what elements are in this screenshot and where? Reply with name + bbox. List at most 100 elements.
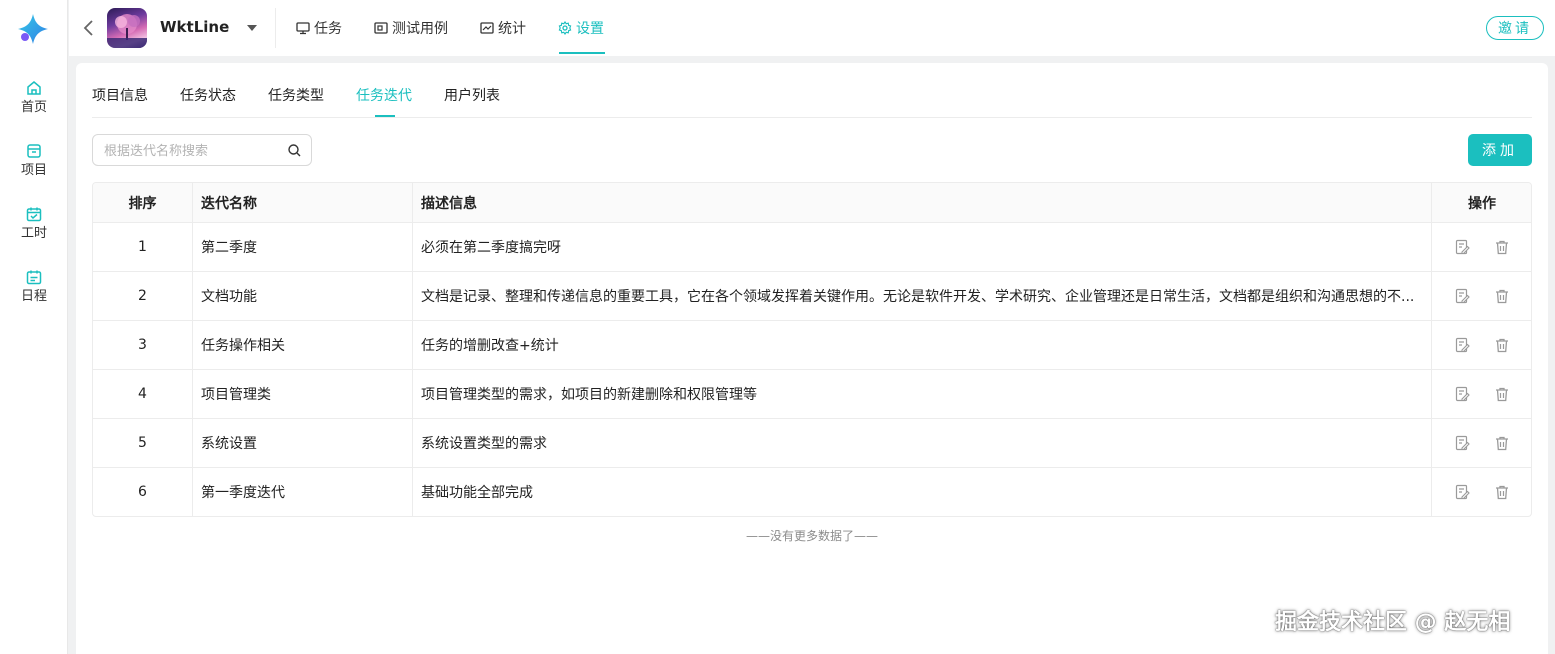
settings-panel: 项目信息 任务状态 任务类型 任务迭代 用户列表 添加 排序 迭代名称 描述信息…: [76, 63, 1548, 654]
header-name: 迭代名称: [193, 183, 413, 222]
back-arrow-icon[interactable]: [81, 16, 97, 40]
cell-desc-text: 系统设置类型的需求: [421, 436, 547, 452]
cell-name: 第二季度: [193, 223, 413, 271]
sidebar-item-schedule[interactable]: 日程: [0, 261, 68, 311]
subtab-task-type[interactable]: 任务类型: [268, 85, 324, 105]
no-more-data-text: ——没有更多数据了——: [745, 529, 878, 543]
caret-down-icon[interactable]: [246, 22, 258, 34]
cell-name: 文档功能: [193, 272, 413, 320]
table-row: 1 第二季度 必须在第二季度搞完呀: [93, 222, 1531, 271]
table-body: 1 第二季度 必须在第二季度搞完呀 2 文档功能 文档是记录、整理和传递信息的重要工具，它…: [93, 222, 1531, 516]
cell-name: 第一季度迭代: [193, 468, 413, 516]
sidebar-item-label: 首页: [20, 99, 47, 115]
cell-order: 1: [93, 223, 193, 271]
table-row: 3 任务操作相关 任务的增删改查+统计: [93, 320, 1531, 369]
header-desc: 描述信息: [413, 183, 1432, 222]
delete-icon[interactable]: [1494, 484, 1510, 500]
gear-icon: [558, 21, 572, 35]
cell-desc-text: 必须在第二季度搞完呀: [421, 240, 561, 256]
subtab-project-info[interactable]: 项目信息: [92, 85, 148, 105]
cell-name: 系统设置: [193, 419, 413, 467]
subtabs-divider: [92, 117, 1532, 118]
delete-icon[interactable]: [1494, 239, 1510, 255]
cell-actions: [1432, 321, 1531, 369]
left-sidebar: 首页 项目 工时 日程: [0, 0, 68, 654]
schedule-icon: [26, 270, 42, 284]
cell-name: 任务操作相关: [193, 321, 413, 369]
table-row: 6 第一季度迭代 基础功能全部完成: [93, 467, 1531, 516]
calendar-check-icon: [26, 207, 42, 221]
invite-button[interactable]: 邀请: [1486, 16, 1544, 40]
project-cover-image-icon: [107, 14, 147, 48]
cell-order: 5: [93, 419, 193, 467]
subtab-user-list[interactable]: 用户列表: [444, 85, 500, 105]
subtab-task-status[interactable]: 任务状态: [180, 85, 236, 105]
nav-label: 任务: [314, 21, 342, 37]
cell-order: 3: [93, 321, 193, 369]
sidebar-item-home[interactable]: 首页: [0, 72, 68, 122]
project-avatar[interactable]: [107, 8, 147, 48]
edit-icon[interactable]: [1454, 239, 1470, 255]
table-row: 2 文档功能 文档是记录、整理和传递信息的重要工具，它在各个领域发挥着关键作用。无论…: [93, 271, 1531, 320]
subtab-task-iteration[interactable]: 任务迭代: [356, 85, 412, 105]
cell-desc: 项目管理类型的需求，如项目的新建删除和权限管理等: [413, 370, 1432, 418]
edit-icon[interactable]: [1454, 484, 1470, 500]
header-actions: 操作: [1468, 195, 1496, 212]
cell-desc-text: 项目管理类型的需求，如项目的新建删除和权限管理等: [421, 387, 757, 403]
cell-desc: 必须在第二季度搞完呀: [413, 223, 1432, 271]
table-row: 5 系统设置 系统设置类型的需求: [93, 418, 1531, 467]
sidebar-item-label: 日程: [20, 288, 47, 304]
table-row: 4 项目管理类 项目管理类型的需求，如项目的新建删除和权限管理等: [93, 369, 1531, 418]
cell-desc: 任务的增删改查+统计: [413, 321, 1432, 369]
sidebar-item-label: 项目: [20, 162, 47, 178]
cell-desc: 系统设置类型的需求: [413, 419, 1432, 467]
edit-icon[interactable]: [1454, 435, 1470, 451]
cell-actions: [1432, 419, 1531, 467]
nav-label: 测试用例: [392, 21, 448, 37]
sidebar-item-project[interactable]: 项目: [0, 135, 68, 185]
nav-statistics[interactable]: 统计: [480, 0, 526, 56]
cell-desc: 文档是记录、整理和传递信息的重要工具，它在各个领域发挥着关键作用。无论是软件开发…: [413, 272, 1432, 320]
cell-order: 6: [93, 468, 193, 516]
topbar-divider: [275, 8, 276, 48]
search-icon[interactable]: [287, 143, 302, 158]
cell-actions: [1432, 272, 1531, 320]
nav-settings[interactable]: 设置: [558, 0, 604, 56]
project-icon: [27, 143, 41, 158]
search-input[interactable]: [104, 141, 284, 161]
cell-actions: [1432, 223, 1531, 271]
cell-actions: [1432, 370, 1531, 418]
nav-label: 统计: [498, 21, 526, 37]
app-logo-icon[interactable]: [16, 12, 50, 46]
iteration-table: 排序 迭代名称 描述信息 操作 1 第二季度 必须在第二季度搞完呀 2 文档功能 文档是记…: [92, 182, 1532, 517]
monitor-icon: [296, 22, 310, 35]
sidebar-item-label: 工时: [20, 225, 47, 241]
top-bar: WktLine 任务 测试用例 统计 设置 邀请: [69, 0, 1555, 56]
cell-desc: 基础功能全部完成: [413, 468, 1432, 516]
header-order: 排序: [93, 183, 193, 222]
home-icon: [27, 80, 41, 95]
iteration-search: [92, 134, 312, 166]
cell-desc-text: 基础功能全部完成: [421, 485, 533, 501]
delete-icon[interactable]: [1494, 337, 1510, 353]
add-iteration-button[interactable]: 添加: [1468, 134, 1532, 166]
edit-icon[interactable]: [1454, 337, 1470, 353]
nav-task[interactable]: 任务: [296, 0, 342, 56]
community-watermark: 掘金技术社区 @ 赵无相: [1275, 610, 1511, 635]
edit-icon[interactable]: [1454, 386, 1470, 402]
delete-icon[interactable]: [1494, 288, 1510, 304]
sidebar-item-worktime[interactable]: 工时: [0, 198, 68, 248]
nav-active-indicator: [559, 52, 605, 54]
testcase-icon: [374, 22, 388, 34]
table-header-row: 排序 迭代名称 描述信息 操作: [93, 183, 1531, 222]
delete-icon[interactable]: [1494, 435, 1510, 451]
cell-order: 4: [93, 370, 193, 418]
cell-desc-text: 文档是记录、整理和传递信息的重要工具，它在各个领域发挥着关键作用。无论是软件开发…: [421, 289, 1415, 305]
cell-name: 项目管理类: [193, 370, 413, 418]
nav-testcase[interactable]: 测试用例: [374, 0, 448, 56]
project-name[interactable]: WktLine: [160, 18, 229, 36]
edit-icon[interactable]: [1454, 288, 1470, 304]
delete-icon[interactable]: [1494, 386, 1510, 402]
cell-desc-text: 任务的增删改查+统计: [421, 338, 559, 354]
cell-actions: [1432, 468, 1531, 516]
